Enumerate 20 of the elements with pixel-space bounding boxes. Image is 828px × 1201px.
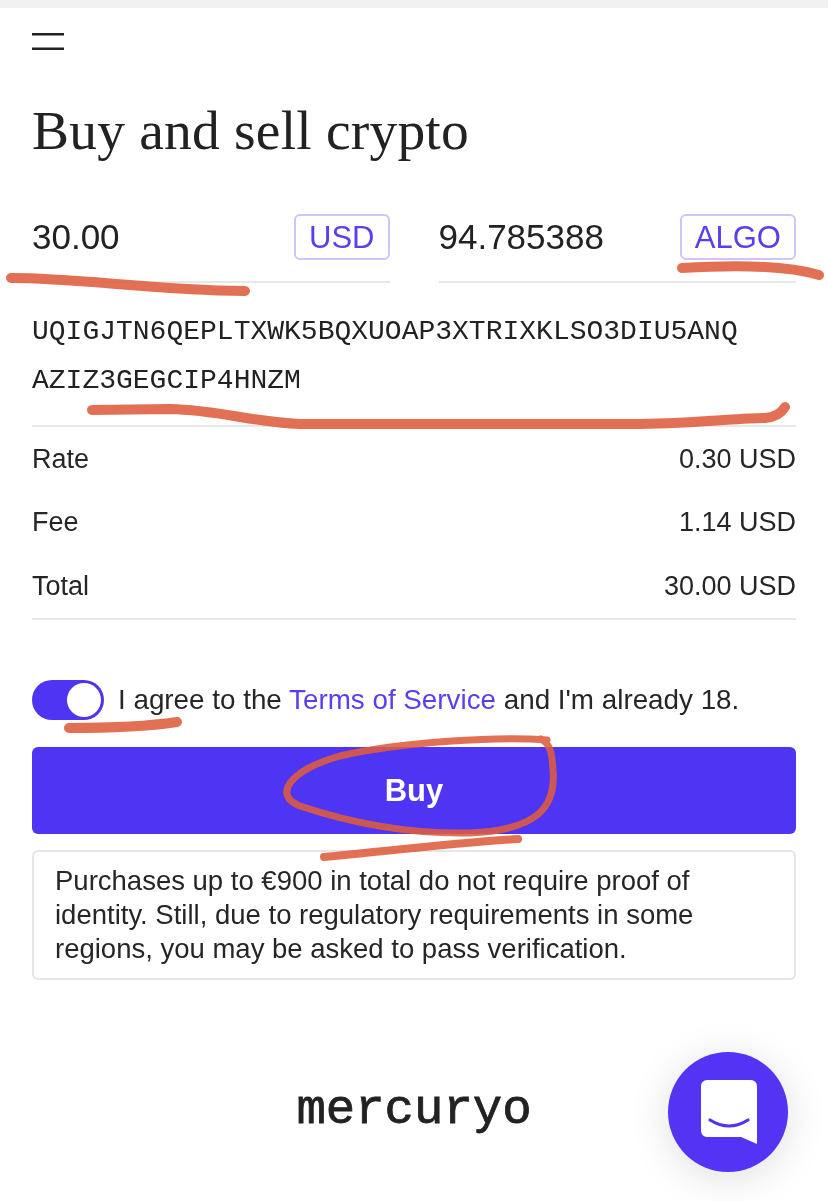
notice-text: Purchases up to €900 in total do not require proof of identity. Still, due to regulatory requirements in some regions, you may be asked to pass verification. bbox=[55, 863, 695, 966]
currency-button[interactable]: USD bbox=[294, 214, 390, 260]
summary-value: 0.30 USD bbox=[678, 442, 796, 475]
amount-field[interactable]: 30.00 USD bbox=[32, 214, 390, 283]
amount-field[interactable]: 94.785388 ALGO bbox=[438, 214, 796, 283]
summary-label: Total bbox=[32, 569, 90, 602]
currency-button[interactable]: ALGO bbox=[679, 214, 796, 260]
page-title: Buy and sell crypto bbox=[32, 100, 470, 162]
chat-icon bbox=[701, 1080, 757, 1144]
summary-value: 1.14 USD bbox=[678, 506, 796, 539]
terms-link[interactable]: Terms of Service bbox=[289, 683, 496, 715]
summary-label: Rate bbox=[32, 442, 90, 475]
address-field[interactable]: UQIGJTN6QEPLTXWK5BQXUOAP3XTRIXKLSO3DIU5ANQAZIZ3GEGCIP4HNZM bbox=[32, 283, 796, 427]
agreement-text: I agree to the Terms of Service and I'm already 18. bbox=[118, 683, 740, 716]
agree-toggle[interactable] bbox=[32, 679, 104, 720]
menu-icon[interactable] bbox=[32, 33, 64, 50]
buy-button[interactable]: Buy bbox=[32, 746, 796, 834]
logo-wordmark: mercuryo bbox=[296, 1081, 532, 1138]
summary-label: Fee bbox=[32, 506, 79, 539]
summary-value: 30.00 USD bbox=[663, 569, 796, 602]
